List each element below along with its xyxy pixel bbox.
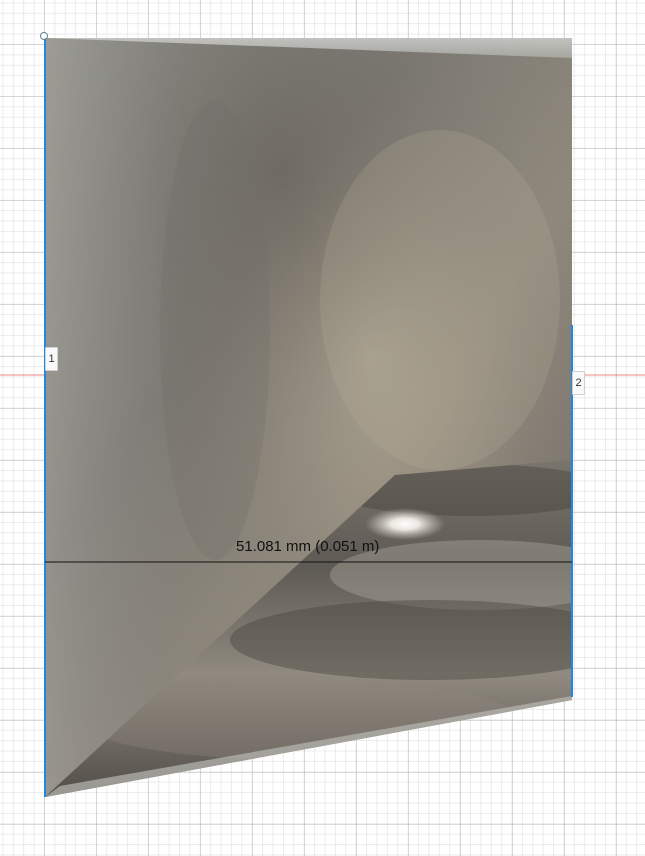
vertex-handle[interactable]: [40, 32, 48, 40]
edge-tag-2[interactable]: 2: [572, 371, 585, 395]
measurement-label: 51.081 mm (0.051 m): [236, 538, 380, 555]
edge-tag-1[interactable]: 1: [45, 347, 58, 371]
cad-viewport[interactable]: 1 2 51.081 mm (0.051 m): [0, 0, 645, 856]
model-canvas[interactable]: [0, 0, 645, 856]
model-surface[interactable]: [45, 38, 630, 800]
